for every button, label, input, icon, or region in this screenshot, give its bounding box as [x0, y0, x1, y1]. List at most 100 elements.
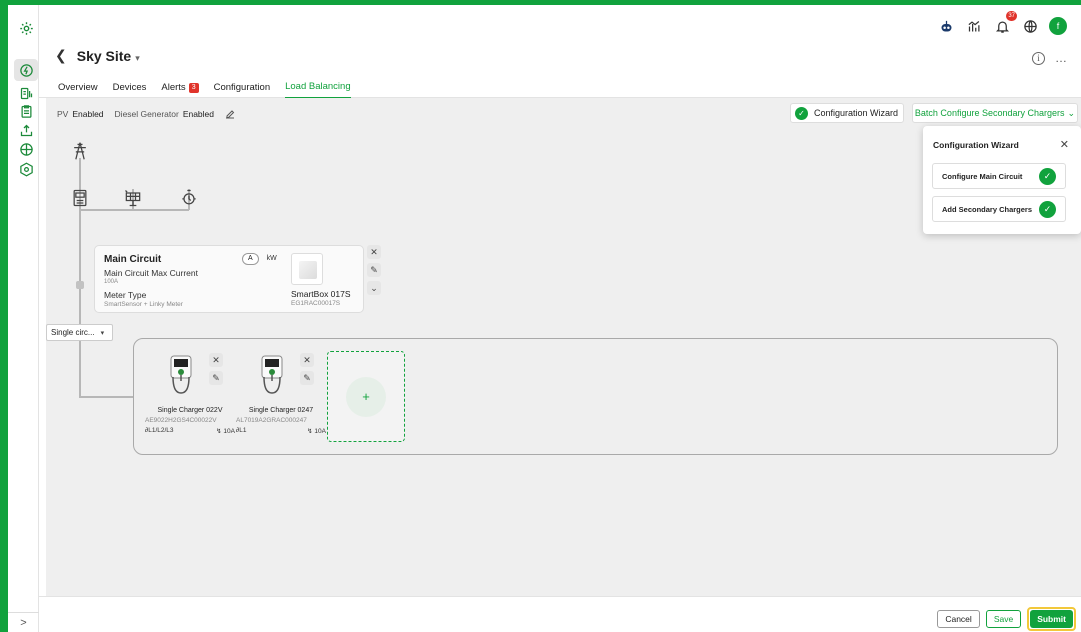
save-button[interactable]: Save	[985, 610, 1022, 628]
add-charger-button[interactable]: +	[327, 351, 405, 442]
charger-name: Single Charger 022V	[157, 407, 223, 414]
tab-bar: Overview Devices Alerts 3 Configuration L…	[58, 81, 351, 99]
site-title: ❮ Sky Site ▾	[55, 47, 140, 64]
smart-meter-icon	[70, 188, 90, 211]
tab-load-balancing[interactable]: Load Balancing	[285, 81, 351, 99]
pv-value: Enabled	[72, 109, 104, 119]
header-right-actions: i …	[1032, 51, 1067, 65]
charger-actions: ✕ ✎	[300, 353, 314, 385]
upload-icon[interactable]	[17, 121, 35, 139]
chevron-down-icon: ▾	[100, 329, 105, 337]
tab-alerts[interactable]: Alerts 3	[161, 81, 199, 99]
charger-card[interactable]: ✕ ✎ Single Charger 0247 AL7019A2GRAC0002…	[236, 351, 326, 436]
footer-buttons: Cancel Save Submit	[937, 607, 1076, 631]
footer-action-bar: Cancel Save Submit	[39, 596, 1081, 632]
circuit-type-select[interactable]: Single circ... ▾	[46, 324, 113, 341]
tab-label: Configuration	[213, 82, 271, 93]
main-circuit-card[interactable]: Main Circuit Main Circuit Max Current 10…	[94, 245, 364, 313]
smartbox-name: SmartBox 017S	[291, 289, 351, 299]
charger-id: AE9022H2GS4C00022V	[145, 417, 217, 424]
ev-charger-icon	[261, 355, 283, 394]
globe-language-icon[interactable]	[1021, 17, 1039, 35]
close-icon[interactable]: ✕	[1060, 138, 1069, 151]
submit-highlight: Submit	[1027, 607, 1076, 631]
site-name-dropdown[interactable]: Sky Site ▾	[77, 48, 140, 64]
charger-current-value: 10A	[314, 428, 326, 435]
charger-phase-value: L1	[239, 427, 247, 434]
user-avatar[interactable]: f	[1049, 17, 1067, 35]
charger-meta: ∂L1 ↯ 10A	[236, 427, 326, 435]
close-icon[interactable]: ✕	[367, 245, 381, 259]
tab-overview[interactable]: Overview	[58, 81, 98, 99]
analytics-chart-icon[interactable]	[965, 17, 983, 35]
batch-configure-dropdown[interactable]: Batch Configure Secondary Chargers ⌄	[912, 103, 1078, 123]
notification-count-badge: 37	[1006, 11, 1017, 21]
pv-label: PV	[57, 109, 69, 119]
close-icon[interactable]: ✕	[209, 353, 223, 367]
wizard-step-add-secondary-chargers[interactable]: Add Secondary Chargers ✓	[932, 196, 1066, 222]
close-icon[interactable]: ✕	[300, 353, 314, 367]
unit-kw-option[interactable]: kW	[263, 254, 281, 264]
meter-type-value: SmartSensor + Linky Meter	[104, 301, 183, 308]
check-circle-icon: ✓	[1039, 167, 1056, 185]
max-current-label: Main Circuit Max Current	[104, 268, 198, 278]
robot-assistant-icon[interactable]	[937, 17, 955, 35]
circuit-type-value: Single circ...	[51, 328, 95, 337]
charger-card[interactable]: ✕ ✎ Single Charger 022V AE9022H2GS4C0002…	[145, 351, 235, 436]
sidebar: >	[0, 5, 39, 632]
analytics-icon[interactable]	[17, 84, 35, 102]
tab-label: Overview	[58, 82, 98, 93]
unit-a-option[interactable]: A	[242, 253, 259, 265]
wizard-step-label: Add Secondary Chargers	[942, 204, 1033, 214]
target-icon[interactable]	[17, 160, 35, 178]
tab-configuration[interactable]: Configuration	[214, 81, 271, 99]
edit-pencil-icon[interactable]: ✎	[209, 371, 223, 385]
charger-current-value: 10A	[223, 428, 235, 435]
chevron-down-icon: ▾	[135, 52, 140, 63]
charger-phase-value: L1/L2/L3	[148, 427, 174, 434]
tab-devices[interactable]: Devices	[113, 81, 147, 99]
chargers-connector	[79, 396, 135, 398]
info-icon[interactable]: i	[1032, 51, 1045, 65]
junction-node	[76, 281, 84, 289]
ev-charging-icon[interactable]	[14, 59, 38, 81]
charger-current: ↯ 10A	[307, 427, 326, 435]
max-current-value: 100A	[104, 279, 119, 285]
wizard-step-label: Configure Main Circuit	[942, 171, 1023, 181]
settings-gear-icon[interactable]	[17, 19, 35, 37]
chevron-down-icon[interactable]: ⌄	[367, 281, 381, 295]
clipboard-icon[interactable]	[17, 102, 35, 120]
submit-button[interactable]: Submit	[1030, 610, 1073, 628]
sidebar-expand-button[interactable]: >	[8, 612, 39, 632]
power-grid-tower-icon	[70, 141, 90, 164]
edit-pencil-icon[interactable]	[224, 108, 236, 120]
check-circle-icon: ✓	[1039, 200, 1056, 218]
charger-phase: ∂L1	[236, 427, 246, 435]
top-toolbar: 37 f	[937, 11, 1067, 35]
charger-current: ↯ 10A	[216, 427, 235, 435]
smartbox-image	[291, 253, 323, 285]
configuration-wizard-button[interactable]: ✓ Configuration Wizard	[790, 103, 904, 123]
pie-chart-icon[interactable]	[17, 140, 35, 158]
tab-label: Devices	[112, 82, 147, 93]
tab-label: Load Balancing	[285, 81, 351, 92]
main-circuit-title: Main Circuit	[104, 254, 162, 265]
more-options-button[interactable]: …	[1055, 51, 1067, 65]
edit-pencil-icon[interactable]: ✎	[300, 371, 314, 385]
chevron-right-icon: >	[20, 616, 27, 629]
back-chevron-icon[interactable]: ❮	[55, 47, 67, 64]
cancel-button[interactable]: Cancel	[937, 610, 980, 628]
smartbox-id: EG1RAC00017S	[291, 300, 341, 307]
diesel-generator-label: Diesel Generator	[114, 109, 179, 119]
wizard-step-configure-main-circuit[interactable]: Configure Main Circuit ✓	[932, 163, 1066, 189]
wizard-title: Configuration Wizard	[933, 140, 1019, 150]
site-name-label: Sky Site	[76, 47, 132, 64]
notification-bell-icon[interactable]: 37	[993, 11, 1017, 35]
solar-panel-icon	[123, 188, 143, 211]
main-circuit-actions: ✕ ✎ ⌄	[367, 245, 381, 295]
charger-name: Single Charger 0247	[248, 407, 314, 414]
unit-toggle: A kW	[242, 253, 281, 265]
batch-configure-label: Batch Configure Secondary Chargers	[914, 108, 1065, 118]
edit-pencil-icon[interactable]: ✎	[367, 263, 381, 277]
charger-phase: ∂L1/L2/L3	[145, 427, 174, 435]
